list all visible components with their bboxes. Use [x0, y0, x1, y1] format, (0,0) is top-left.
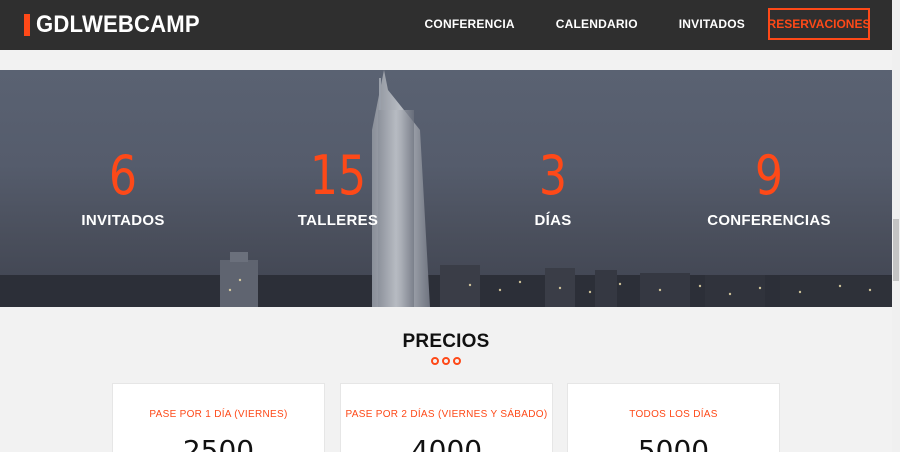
circle-icon	[453, 357, 461, 365]
card-title: PASE POR 1 DÍA (VIERNES)	[149, 409, 288, 420]
header-spacer	[0, 50, 892, 70]
logo-accent-bar	[24, 14, 30, 36]
nav-item-conferencia[interactable]: CONFERENCIA	[425, 17, 515, 31]
card-price: 5000	[637, 434, 710, 452]
stat-label: TALLERES	[297, 212, 379, 229]
stat-value: 15	[309, 144, 367, 207]
price-card-2-days: PASE POR 2 DÍAS (VIERNES Y SÁBADO) 4000	[340, 383, 553, 452]
stat-label: DÍAS	[534, 212, 572, 229]
page: GDLWEBCAMP CONFERENCIA CALENDARIO INVITA…	[0, 0, 900, 452]
stat-value: 9	[754, 144, 784, 207]
pricing-section: PRECIOS PASE POR 1 DÍA (VIERNES) 2500 PA…	[0, 307, 892, 452]
scrollbar-thumb[interactable]	[893, 219, 899, 281]
stat-conferencias: 9 CONFERENCIAS	[694, 144, 844, 230]
site-logo[interactable]: GDLWEBCAMP	[24, 11, 214, 38]
stat-talleres: 15 TALLERES	[263, 144, 413, 230]
section-title: PRECIOS	[402, 331, 490, 352]
logo-text: GDLWEBCAMP	[36, 11, 200, 38]
card-price: 4000	[410, 434, 483, 452]
stats-hero: 6 INVITADOS 15 TALLERES 3 DÍAS 9 CONFERE…	[0, 70, 892, 307]
stat-invitados: 6 INVITADOS	[48, 144, 198, 230]
card-title: PASE POR 2 DÍAS (VIERNES Y SÁBADO)	[345, 409, 548, 420]
card-title: TODOS LOS DÍAS	[629, 409, 718, 420]
card-price: 2500	[182, 434, 255, 452]
price-card-all-days: TODOS LOS DÍAS 5000	[567, 383, 780, 452]
main-nav: CONFERENCIA CALENDARIO INVITADOS RESERVA…	[384, 8, 870, 40]
stat-value: 3	[538, 144, 568, 207]
reservaciones-button[interactable]: RESERVACIONES	[768, 8, 870, 40]
nav-item-calendario[interactable]: CALENDARIO	[556, 17, 638, 31]
title-decoration	[431, 357, 464, 365]
site-header: GDLWEBCAMP CONFERENCIA CALENDARIO INVITA…	[0, 0, 892, 50]
circle-icon	[431, 357, 439, 365]
stat-value: 6	[108, 144, 138, 207]
nav-item-invitados[interactable]: INVITADOS	[679, 17, 745, 31]
stat-label: INVITADOS	[81, 212, 165, 229]
circle-icon	[442, 357, 450, 365]
stat-label: CONFERENCIAS	[707, 212, 831, 229]
price-card-1-day: PASE POR 1 DÍA (VIERNES) 2500	[112, 383, 325, 452]
stat-dias: 3 DÍAS	[478, 144, 628, 230]
